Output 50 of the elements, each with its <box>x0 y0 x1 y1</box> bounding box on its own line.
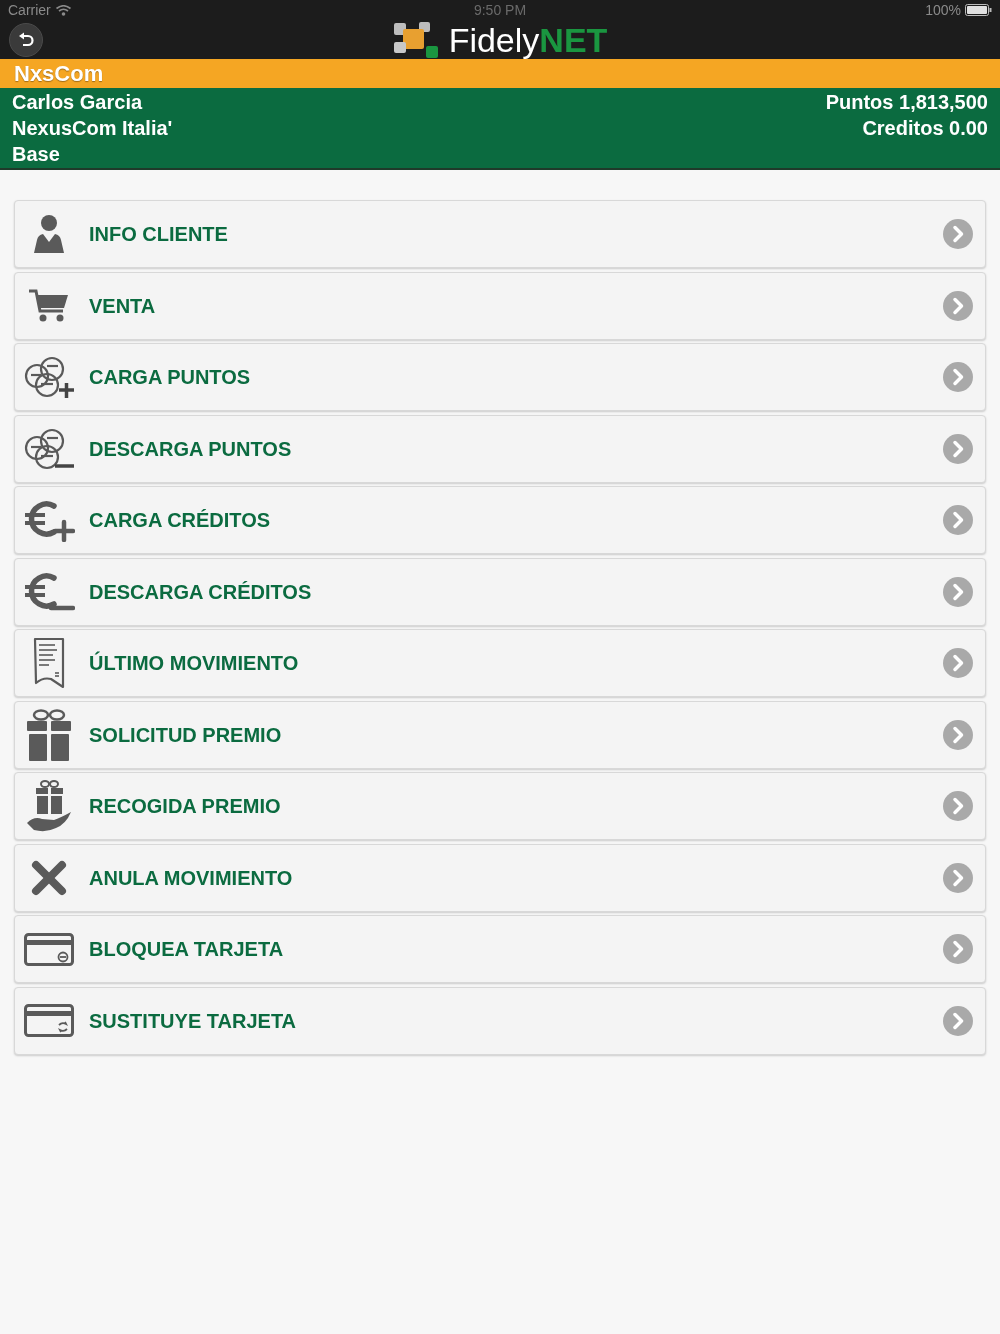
store-name: NxsCom <box>14 60 104 87</box>
battery-label: 100% <box>925 2 961 18</box>
chevron-right-icon <box>943 290 973 321</box>
chevron-right-icon <box>943 791 973 821</box>
card-minus-icon <box>24 932 74 966</box>
menu-item[interactable]: RECOGIDA PREMIO <box>14 772 986 840</box>
menu-item[interactable]: SOLICITUD PREMIO <box>14 700 986 769</box>
back-button[interactable] <box>9 22 43 57</box>
gift-on-hand-icon <box>26 779 72 833</box>
logo-icon <box>392 21 439 58</box>
coins-plus-icon <box>23 356 75 398</box>
menu-item[interactable]: DESCARGA PUNTOS <box>14 414 986 483</box>
chevron-right-icon <box>943 576 973 607</box>
carrier-label: Carrier <box>8 2 51 18</box>
time-label: 9:50 PM <box>473 2 527 18</box>
card-arrows-icon <box>24 1004 74 1037</box>
credits-balance: Creditos 0.00 <box>862 116 988 141</box>
menu-item[interactable]: SUSTITUYE TARJETA <box>14 986 986 1055</box>
logo-text: FidelyNET <box>448 21 608 58</box>
person-icon <box>33 215 65 253</box>
euro-plus-icon <box>23 498 75 542</box>
points-balance: Puntos 1,813,500 <box>825 90 988 115</box>
receipt-icon <box>33 637 65 689</box>
tier-label: Base <box>12 142 60 167</box>
chevron-right-icon <box>943 362 973 392</box>
menu-item[interactable]: DESCARGA CRÉDITOS <box>14 557 986 626</box>
shopping-cart-icon <box>29 289 69 322</box>
menu-item[interactable]: ÚLTIMO MOVIMIENTO <box>14 629 986 697</box>
company-name: NexusCom Italia' <box>12 116 173 141</box>
chevron-right-icon <box>943 934 973 964</box>
cross-icon <box>31 859 67 896</box>
return-arrow-icon <box>18 31 34 48</box>
menu-item[interactable]: INFO CLIENTE <box>14 200 986 268</box>
chevron-right-icon <box>943 719 973 750</box>
chevron-right-icon <box>943 862 973 893</box>
wifi-icon <box>55 4 71 16</box>
customer-name: Carlos Garcia <box>12 90 143 115</box>
menu-item[interactable]: ANULA MOVIMIENTO <box>14 843 986 912</box>
chevron-right-icon <box>943 219 973 249</box>
coins-minus-icon <box>23 427 75 470</box>
gift-icon <box>26 708 72 761</box>
chevron-right-icon <box>943 433 973 464</box>
chevron-right-icon <box>943 505 973 535</box>
menu-item[interactable]: VENTA <box>14 271 986 340</box>
battery-icon <box>965 4 992 16</box>
menu-item[interactable]: CARGA PUNTOS <box>14 343 986 411</box>
chevron-right-icon <box>943 1005 973 1036</box>
chevron-right-icon <box>943 648 973 678</box>
menu-item[interactable]: BLOQUEA TARJETA <box>14 915 986 983</box>
menu-item[interactable]: CARGA CRÉDITOS <box>14 486 986 554</box>
